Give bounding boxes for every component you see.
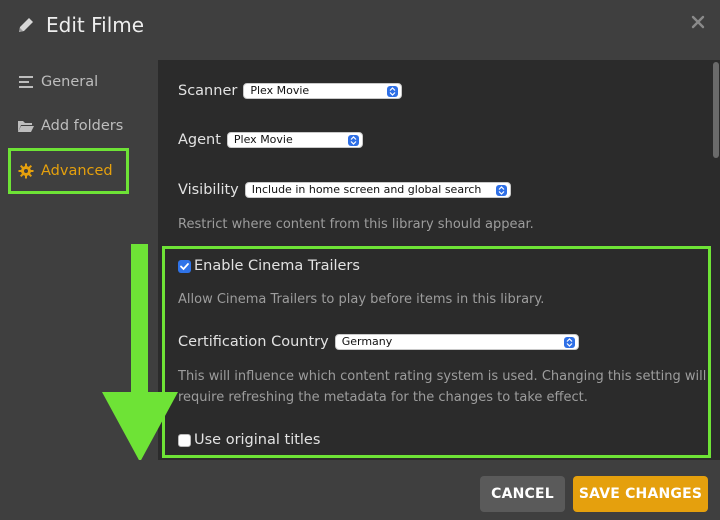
agent-value: Plex Movie bbox=[233, 133, 293, 146]
scanner-row: Scanner Plex Movie bbox=[178, 83, 403, 99]
scanner-value: Plex Movie bbox=[250, 84, 310, 97]
sidebar-item-label: General bbox=[41, 74, 99, 90]
dialog-footer: CANCEL SAVE CHANGES bbox=[0, 460, 720, 520]
certification-country-label: Certification Country bbox=[178, 334, 329, 350]
certification-country-help-line-1: This will influence which content rating… bbox=[178, 369, 707, 384]
visibility-label: Visibility bbox=[178, 182, 239, 198]
close-icon[interactable] bbox=[690, 14, 706, 30]
dialog-header: Edit Filme bbox=[0, 0, 720, 54]
sidebar-item-add-folders[interactable]: Add folders bbox=[8, 104, 128, 148]
cinema-trailers-row: Enable Cinema Trailers bbox=[178, 258, 360, 274]
select-arrows-icon bbox=[563, 337, 575, 348]
list-icon bbox=[17, 74, 35, 90]
certification-country-select[interactable]: Germany bbox=[334, 334, 579, 350]
settings-panel: Scanner Plex Movie Agent Plex Movie Visi… bbox=[158, 60, 712, 460]
gear-icon bbox=[17, 163, 35, 179]
folder-icon bbox=[17, 118, 35, 134]
scrollbar-thumb[interactable] bbox=[713, 62, 719, 158]
pencil-icon bbox=[19, 18, 33, 32]
cancel-button[interactable]: CANCEL bbox=[480, 476, 565, 512]
scanner-label: Scanner bbox=[178, 83, 238, 99]
cinema-trailers-help: Allow Cinema Trailers to play before ite… bbox=[178, 292, 545, 307]
sidebar-item-label: Add folders bbox=[41, 118, 124, 134]
agent-row: Agent Plex Movie bbox=[178, 132, 363, 148]
certification-country-help-line-2: require refreshing the metadata for the … bbox=[178, 390, 588, 405]
original-titles-label: Use original titles bbox=[194, 432, 321, 448]
select-arrows-icon bbox=[347, 135, 359, 146]
visibility-row: Visibility Include in home screen and gl… bbox=[178, 182, 511, 198]
certification-country-row: Certification Country Germany bbox=[178, 334, 579, 350]
certification-country-value: Germany bbox=[341, 335, 393, 348]
visibility-select[interactable]: Include in home screen and global search bbox=[244, 182, 511, 198]
sidebar-item-advanced[interactable]: Advanced bbox=[8, 148, 129, 194]
agent-select[interactable]: Plex Movie bbox=[226, 132, 363, 148]
visibility-help: Restrict where content from this library… bbox=[178, 217, 534, 232]
save-changes-button[interactable]: SAVE CHANGES bbox=[573, 476, 708, 512]
settings-scrollbar[interactable] bbox=[712, 60, 720, 460]
agent-label: Agent bbox=[178, 132, 221, 148]
select-arrows-icon bbox=[495, 185, 507, 196]
visibility-value: Include in home screen and global search bbox=[251, 183, 482, 196]
arrow-down-annotation bbox=[102, 244, 178, 462]
sidebar-item-general[interactable]: General bbox=[8, 60, 128, 104]
edit-library-dialog: Edit Filme General Add folders Advanced … bbox=[0, 0, 720, 520]
cinema-trailers-label: Enable Cinema Trailers bbox=[194, 258, 360, 274]
scanner-select[interactable]: Plex Movie bbox=[243, 83, 403, 99]
dialog-title: Edit Filme bbox=[46, 13, 145, 37]
sidebar-item-label: Advanced bbox=[41, 163, 113, 179]
select-arrows-icon bbox=[387, 86, 399, 97]
